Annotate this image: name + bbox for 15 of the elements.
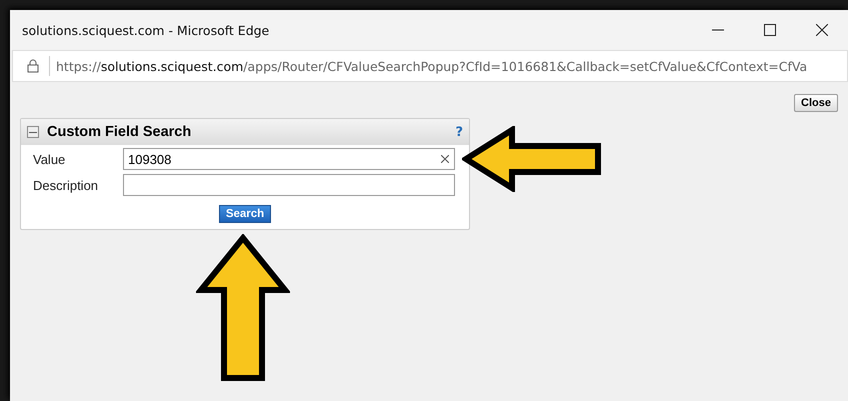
maximize-icon[interactable] — [764, 24, 776, 36]
input-field[interactable]: 109308 — [123, 148, 455, 170]
input-field[interactable] — [123, 174, 455, 196]
panel-title: Custom Field Search — [47, 124, 192, 140]
address-field[interactable]: https://solutions.sciquest.com/apps/Router/CFValueSearchPopup?CfId=1016681&Callback=setCfValue&CfContext=CfVa — [12, 50, 848, 82]
field-label: Description — [33, 178, 100, 192]
close-page-button[interactable]: Close — [794, 94, 838, 112]
close-icon[interactable] — [816, 24, 828, 36]
collapse-toggle[interactable] — [27, 126, 39, 138]
field-label: Value — [33, 152, 66, 166]
lock-icon — [27, 59, 39, 73]
help-link[interactable]: ? — [455, 124, 463, 140]
search-button[interactable]: Search — [218, 205, 272, 223]
clear-icon[interactable] — [441, 155, 449, 163]
window-title: solutions.sciquest.com - Microsoft Edge — [22, 22, 270, 38]
